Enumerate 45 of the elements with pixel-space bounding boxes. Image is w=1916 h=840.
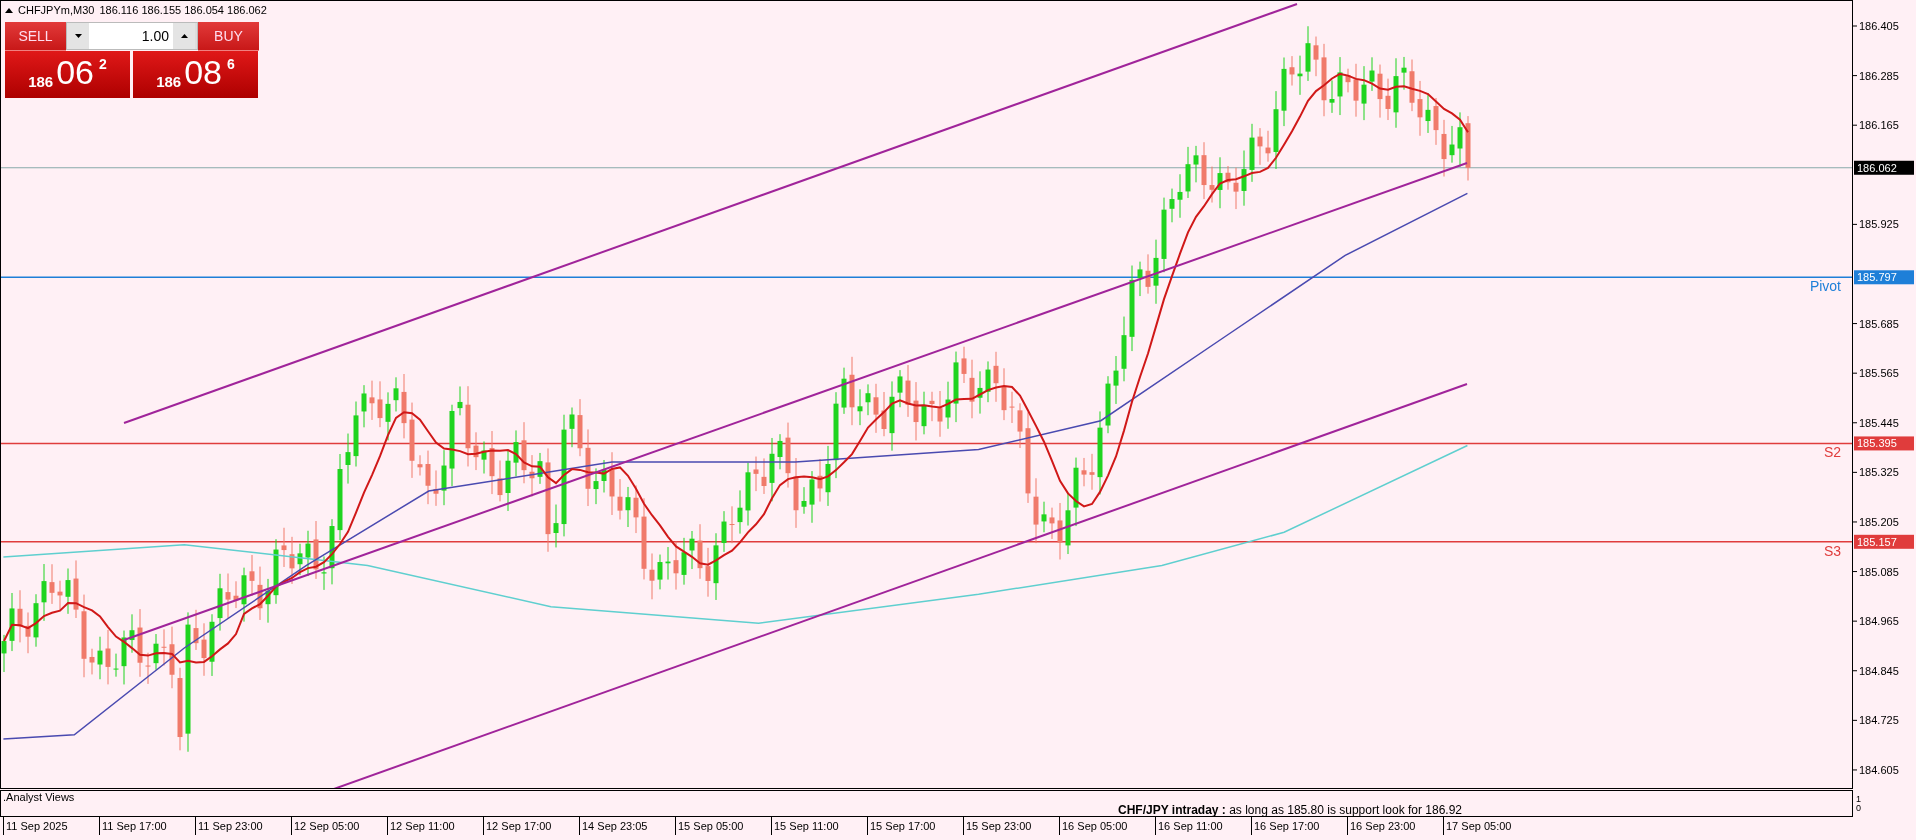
time-label: 16 Sep 17:00 — [1254, 820, 1320, 832]
time-label: 11 Sep 23:00 — [198, 820, 263, 832]
ohlc-values: 186.116 186.155 186.054 186.062 — [99, 4, 267, 16]
time-label: 12 Sep 11:00 — [390, 820, 455, 832]
time-label: 16 Sep 11:00 — [1158, 820, 1223, 832]
price-tick-label: 185.445 — [1859, 416, 1899, 429]
level-label: S3 — [1823, 542, 1841, 559]
price-tag: 185.157 — [1854, 534, 1914, 549]
time-label: 12 Sep 05:00 — [294, 820, 360, 832]
time-label: 11 Sep 17:00 — [102, 820, 167, 832]
time-label: 11 Sep 2025 — [6, 820, 68, 832]
buy-button[interactable]: BUY — [198, 22, 259, 51]
indicator-name: .Analyst Views — [3, 791, 76, 804]
level-label: Pivot — [1809, 278, 1841, 295]
time-label: 17 Sep 05:00 — [1446, 820, 1512, 832]
time-label: 15 Sep 23:00 — [966, 820, 1032, 832]
price-tick-label: 186.165 — [1859, 119, 1899, 132]
price-tick-label: 185.085 — [1859, 565, 1899, 578]
price-tick-label: 185.565 — [1859, 367, 1899, 380]
price-tick-label: 185.925 — [1859, 218, 1899, 231]
analyst-comment: CHF/JPY intraday : as long as 185.80 is support look for 186.92 — [1118, 804, 1462, 816]
price-tick-label: 184.605 — [1859, 763, 1899, 776]
price-tag: 186.062 — [1854, 160, 1914, 175]
price-tick-label: 185.325 — [1859, 466, 1899, 479]
time-label: 15 Sep 05:00 — [678, 820, 744, 832]
time-label: 12 Sep 17:00 — [486, 820, 552, 832]
price-tick-label: 185.205 — [1859, 515, 1899, 528]
price-tick-label: 184.965 — [1859, 615, 1899, 628]
price-tick-label: 186.405 — [1859, 20, 1899, 32]
time-label: 14 Sep 23:05 — [582, 820, 648, 832]
price-tick-label: 185.685 — [1859, 317, 1899, 330]
time-label: 16 Sep 05:00 — [1062, 820, 1128, 832]
time-label: 15 Sep 17:00 — [870, 820, 936, 832]
time-label: 15 Sep 11:00 — [774, 820, 839, 832]
price-tick-label: 186.285 — [1859, 69, 1899, 82]
chart-title: CHFJPYm,M30 — [18, 4, 95, 16]
scale-label: 0 — [1856, 804, 1861, 813]
price-tick-label: 184.725 — [1859, 714, 1899, 727]
sell-button[interactable]: SELL — [5, 22, 66, 51]
time-label: 16 Sep 23:00 — [1350, 820, 1416, 832]
price-tick-label: 184.845 — [1859, 664, 1899, 677]
price-tag: 185.797 — [1854, 270, 1914, 285]
level-label: S2 — [1823, 444, 1841, 461]
scale-label: 1 — [1856, 795, 1861, 804]
price-tag: 185.395 — [1854, 436, 1914, 451]
